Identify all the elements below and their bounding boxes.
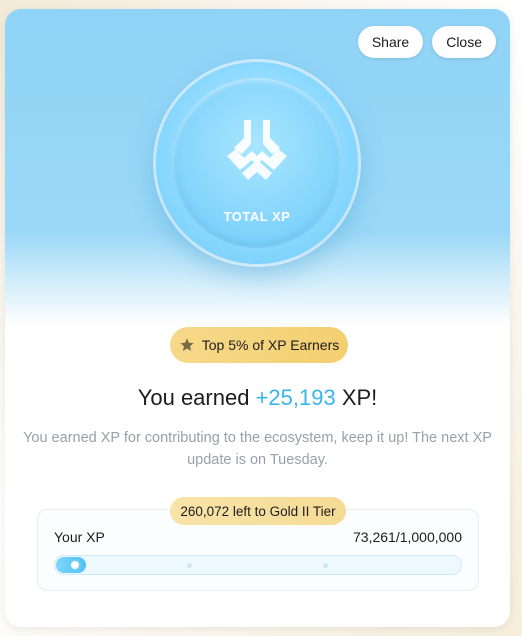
- rank-badge-text: Top 5% of XP Earners: [201, 337, 340, 353]
- milestone-dot: [187, 563, 192, 568]
- headline-prefix: You earned: [137, 385, 256, 410]
- earned-headline: You earned +25,193 XP!: [5, 385, 510, 411]
- close-button[interactable]: Close: [432, 26, 496, 58]
- xp-progress-track: [54, 555, 462, 575]
- star-icon: [180, 338, 194, 351]
- milestone-dot: [323, 563, 328, 568]
- earned-description: You earned XP for contributing to the ec…: [23, 430, 492, 468]
- coin-label: TOTAL XP: [223, 209, 291, 224]
- headline-suffix: XP!: [335, 385, 378, 410]
- earned-amount: +25,193: [255, 385, 336, 410]
- xp-summary-card: Share Close TOTAL XP Top 5% of XP Earner…: [5, 9, 510, 627]
- total-xp-coin: TOTAL XP: [156, 62, 358, 264]
- tier-remaining-chip: 260,072 left to Gold II Tier: [170, 497, 346, 525]
- xp-progress-knob: [69, 559, 81, 571]
- header-actions: Share Close: [357, 26, 496, 58]
- xp-value: 73,261/1,000,000: [353, 529, 462, 545]
- coin-face: TOTAL XP: [172, 78, 342, 248]
- xp-logo-icon: [227, 120, 287, 180]
- rank-badge: Top 5% of XP Earners: [170, 327, 348, 363]
- your-xp-label: Your XP: [54, 529, 105, 545]
- share-button[interactable]: Share: [357, 26, 424, 58]
